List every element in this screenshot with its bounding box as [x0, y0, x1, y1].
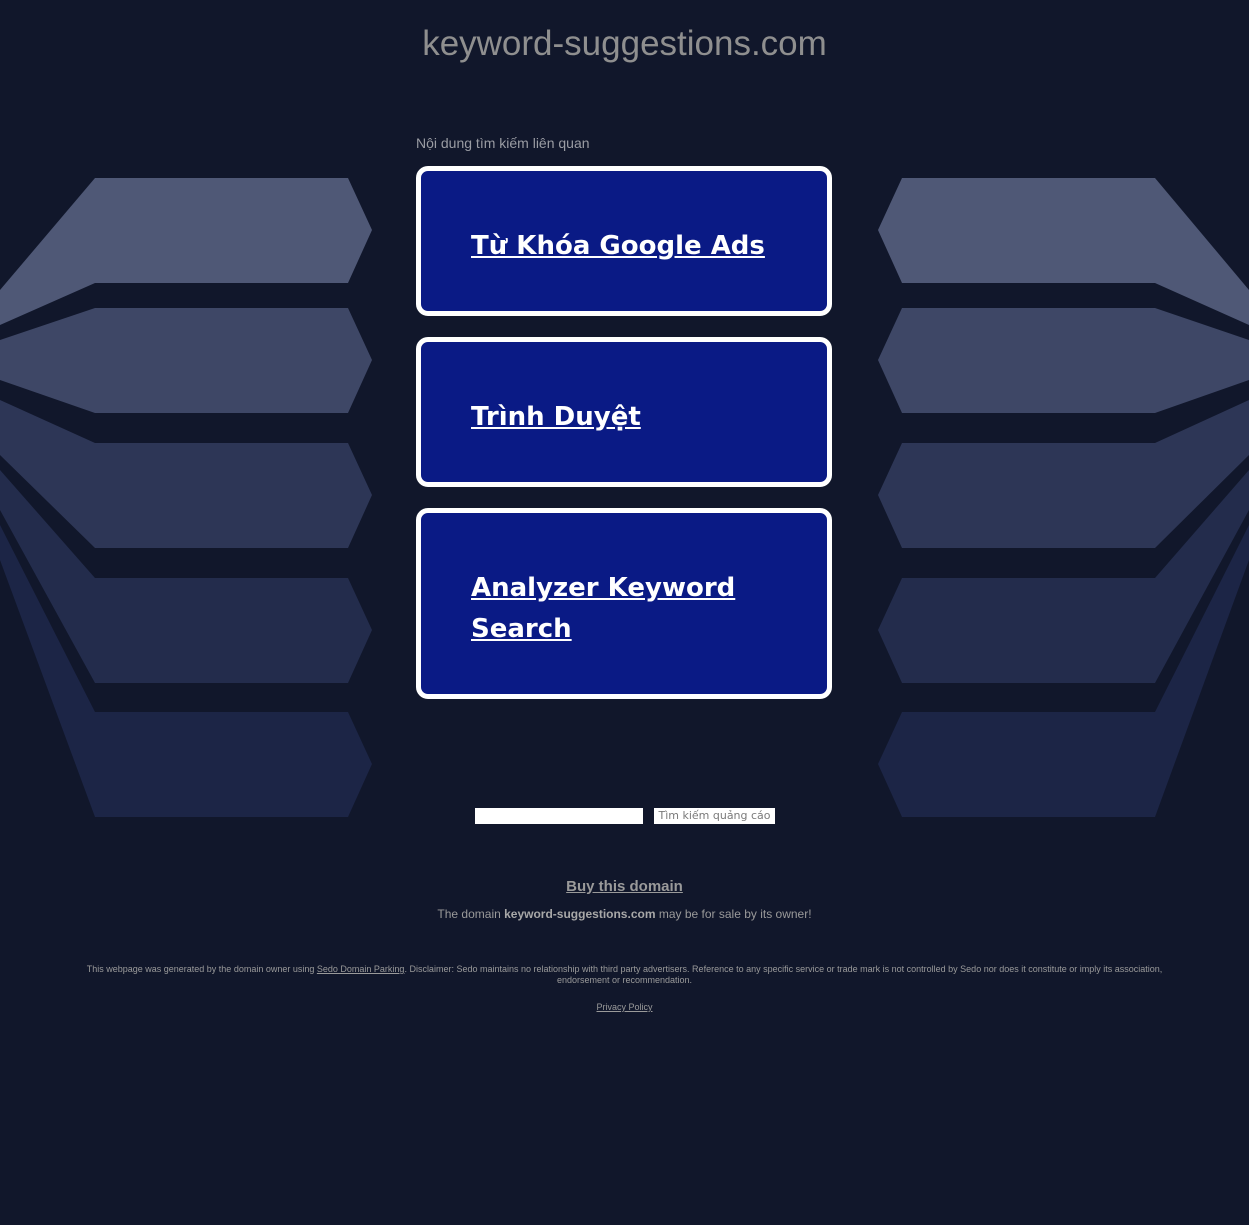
disclaimer-prefix: This webpage was generated by the domain…	[86, 964, 317, 974]
ad-block-google-ads[interactable]: Từ Khóa Google Ads	[416, 166, 832, 316]
related-searches-label: Nội dung tìm kiếm liên quan	[416, 135, 590, 151]
ad-block-browser[interactable]: Trình Duyệt	[416, 337, 832, 487]
sale-prefix: The domain	[437, 907, 505, 921]
sale-domain: keyword-suggestions.com	[504, 907, 656, 921]
privacy-section: Privacy Policy	[0, 1002, 1249, 1012]
ad-block-analyzer-keyword-search[interactable]: Analyzer Keyword Search	[416, 508, 832, 699]
ad-link-browser[interactable]: Trình Duyệt	[471, 397, 771, 438]
disclaimer: This webpage was generated by the domain…	[70, 964, 1179, 986]
buy-domain-section: Buy this domain	[0, 878, 1249, 895]
domain-title: keyword-suggestions.com	[422, 24, 827, 63]
sale-suffix: may be for sale by its owner!	[655, 907, 812, 921]
sale-notice: The domain keyword-suggestions.com may b…	[0, 907, 1249, 921]
buy-domain-link[interactable]: Buy this domain	[566, 878, 683, 895]
disclaimer-suffix: . Disclaimer: Sedo maintains no relation…	[404, 964, 1163, 985]
ad-link-google-ads[interactable]: Từ Khóa Google Ads	[471, 226, 771, 267]
privacy-policy-link[interactable]: Privacy Policy	[596, 1002, 652, 1012]
ad-link-analyzer-keyword-search[interactable]: Analyzer Keyword Search	[471, 568, 771, 650]
sedo-parking-link[interactable]: Sedo Domain Parking	[317, 964, 405, 974]
search-ads-button[interactable]: Tìm kiếm quảng cáo	[654, 808, 775, 824]
search-input[interactable]	[475, 808, 643, 824]
